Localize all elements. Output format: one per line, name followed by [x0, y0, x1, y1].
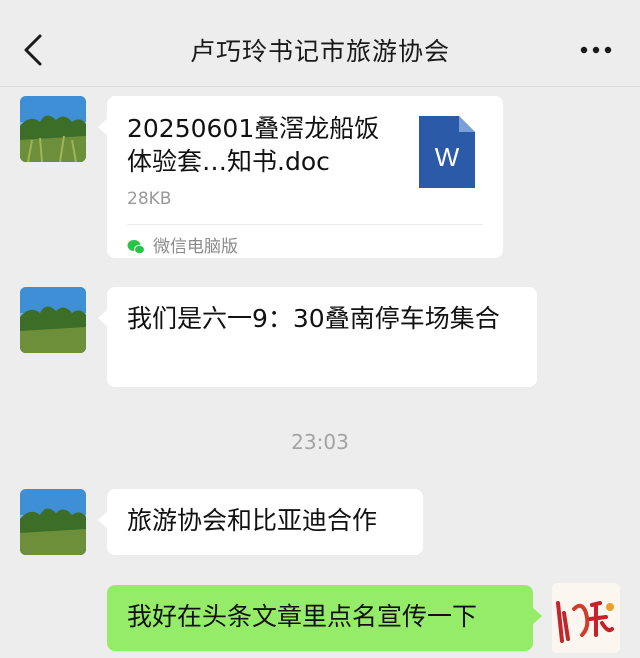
file-source: 微信电脑版 — [127, 230, 238, 264]
more-button[interactable] — [578, 40, 614, 60]
my-avatar[interactable] — [552, 583, 620, 653]
chat-title: 卢巧玲书记市旅游协会 — [189, 37, 450, 66]
chat-header: 卢巧玲书记市旅游协会 — [0, 0, 640, 87]
file-message[interactable]: 20250601叠滘龙船饭体验套…知书.doc 28KB W 微信电脑版 — [98, 96, 503, 258]
wechat-icon — [127, 240, 145, 255]
svg-text:W: W — [435, 142, 460, 172]
file-size: 28KB — [127, 189, 172, 209]
timestamp: 23:03 — [291, 430, 349, 454]
more-horizontal-icon — [580, 46, 612, 54]
word-document-icon: W — [419, 116, 475, 188]
file-name: 20250601叠滘龙船饭体验套…知书.doc — [127, 114, 380, 176]
sender-avatar[interactable] — [20, 96, 86, 162]
sender-avatar[interactable] — [20, 287, 86, 353]
text-message[interactable]: 我们是六一9：30叠南停车场集合 — [98, 287, 537, 387]
divider — [127, 224, 483, 225]
text-message[interactable]: 旅游协会和比亚迪合作 — [98, 489, 423, 555]
my-text-message[interactable]: 我好在头条文章里点名宣传一下 — [107, 585, 542, 651]
message-text: 我们是六一9：30叠南停车场集合 — [127, 304, 500, 333]
message-text: 旅游协会和比亚迪合作 — [127, 506, 378, 535]
message-text: 我好在头条文章里点名宣传一下 — [127, 602, 478, 631]
file-source-label: 微信电脑版 — [153, 237, 238, 257]
sender-avatar[interactable] — [20, 489, 86, 555]
